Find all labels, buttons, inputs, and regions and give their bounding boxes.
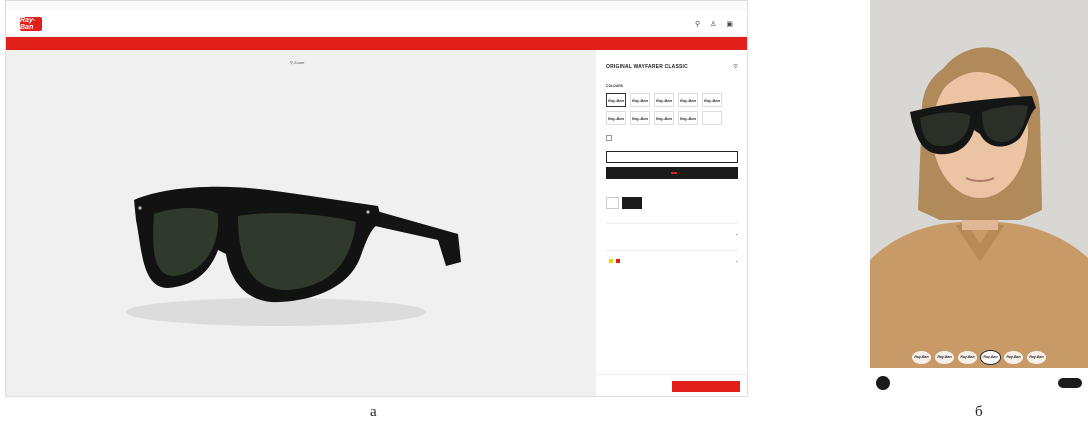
sticky-purchase-bar (596, 374, 747, 396)
swatch-1[interactable]: Ray-Ban (606, 93, 626, 107)
main-navbar: Ray-Ban ⚲ ♙ ▣ (6, 11, 747, 37)
user-icon[interactable]: ♙ (710, 20, 716, 28)
heart-icon[interactable]: ♡ (733, 64, 738, 70)
product-title-row: ORIGINAL WAYFARER CLASSIC ♡ (606, 64, 738, 70)
right-hinge-stud (366, 210, 370, 214)
chevron-down-icon: ⌄ (735, 259, 738, 263)
size-options (606, 197, 738, 209)
product-image-stage: ⚲ Zoom (6, 50, 596, 396)
polarized-checkbox[interactable] (606, 135, 612, 141)
swatch-8[interactable]: Ray-Ban (654, 111, 674, 125)
top-utility-bar (6, 1, 747, 11)
dark-action-button[interactable] (606, 167, 738, 179)
outline-action-button[interactable] (606, 151, 738, 163)
promo-banner[interactable] (6, 37, 747, 50)
brand-logo[interactable]: Ray-Ban (20, 16, 42, 31)
swatch-7[interactable]: Ray-Ban (630, 111, 650, 125)
bag-icon[interactable]: ▣ (726, 20, 733, 28)
colour-swatches: Ray-Ban Ray-Ban Ray-Ban Ray-Ban Ray-Ban … (606, 93, 738, 125)
frame-thumb-4[interactable]: Ray-Ban (981, 350, 1000, 364)
virtual-try-on-screen: Ray-Ban Ray-Ban Ray-Ban Ray-Ban Ray-Ban … (870, 0, 1088, 397)
yellow-badge (609, 259, 613, 263)
chevron-down-icon: ⌄ (735, 232, 738, 236)
dark-action-tag (671, 172, 677, 174)
frame-thumbnail-strip: Ray-Ban Ray-Ban Ray-Ban Ray-Ban Ray-Ban … (870, 349, 1088, 365)
add-to-cart-button[interactable] (672, 381, 740, 392)
swatch-2[interactable]: Ray-Ban (630, 93, 650, 107)
capture-icon[interactable] (876, 375, 890, 390)
frame-thumb-2[interactable]: Ray-Ban (935, 350, 954, 364)
product-title: ORIGINAL WAYFARER CLASSIC (606, 64, 688, 70)
swatch-4[interactable]: Ray-Ban (678, 93, 698, 107)
swatch-6[interactable]: Ray-Ban (606, 111, 626, 125)
frame-thumb-3[interactable]: Ray-Ban (958, 350, 977, 364)
size-option-1[interactable] (606, 197, 619, 209)
left-hinge-stud (138, 206, 142, 210)
try-on-bottom-bar (870, 368, 1088, 397)
size-option-2[interactable] (622, 197, 642, 209)
red-badge (616, 259, 620, 263)
swatch-10[interactable] (702, 111, 722, 125)
polarized-row (606, 135, 738, 141)
zoom-label-text: Zoom (294, 60, 305, 65)
caption-a: а (370, 404, 377, 420)
colours-label: COLOURS (606, 84, 623, 88)
accordion-section-1[interactable]: ⌄ (606, 223, 738, 236)
zoom-label[interactable]: ⚲ Zoom (290, 60, 304, 65)
nav-icons: ⚲ ♙ ▣ (695, 20, 733, 28)
swatch-5[interactable]: Ray-Ban (702, 93, 722, 107)
accordion-section-2[interactable]: ⌄ (606, 250, 738, 263)
frame-thumb-6[interactable]: Ray-Ban (1027, 350, 1046, 364)
try-on-camera-view (870, 0, 1088, 397)
search-icon[interactable]: ⚲ (695, 20, 700, 28)
swatch-9[interactable]: Ray-Ban (678, 111, 698, 125)
frame-thumb-1[interactable]: Ray-Ban (912, 350, 931, 364)
caption-b: б (975, 404, 983, 420)
product-info-panel: ORIGINAL WAYFARER CLASSIC ♡ COLOURS Ray-… (596, 50, 747, 396)
product-shadow (126, 298, 426, 326)
try-on-action-button[interactable] (1058, 377, 1082, 388)
desktop-product-page: Ray-Ban ⚲ ♙ ▣ ⚲ Zoom ORIGINAL WAYFARER C… (5, 0, 748, 397)
swatch-3[interactable]: Ray-Ban (654, 93, 674, 107)
frame-thumb-5[interactable]: Ray-Ban (1004, 350, 1023, 364)
sunglasses-product-image (126, 186, 461, 326)
